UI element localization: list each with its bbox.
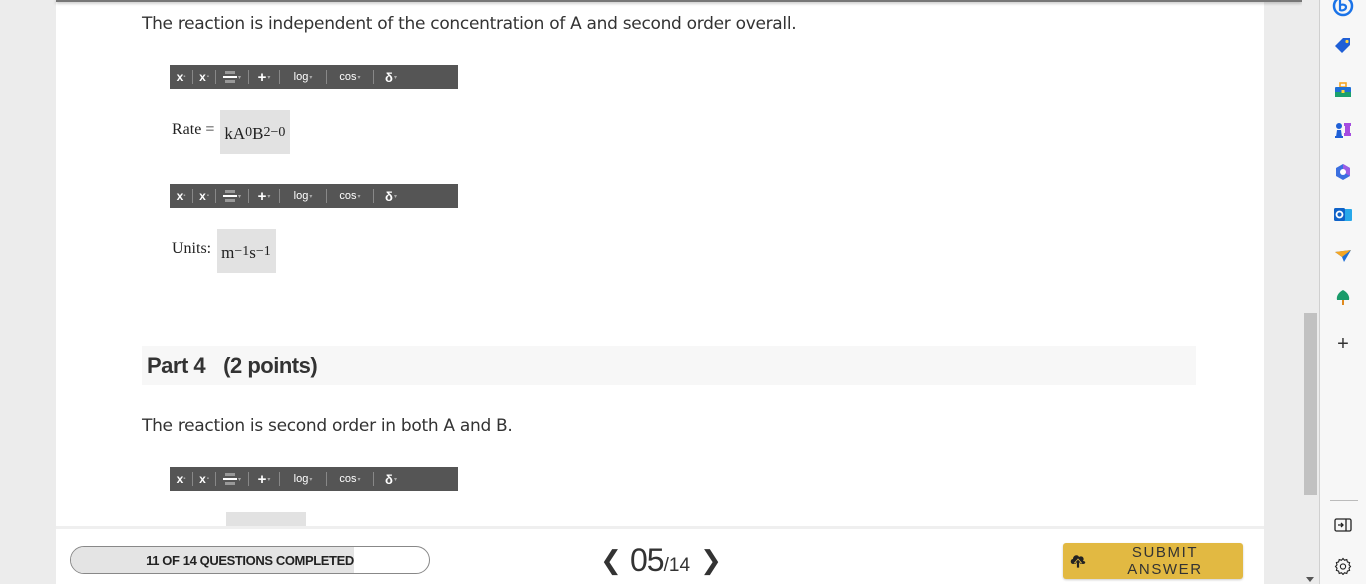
part4-answer-field[interactable] bbox=[226, 512, 306, 526]
outlook-icon[interactable] bbox=[1331, 203, 1355, 227]
rate-exp-2: 2−0 bbox=[263, 125, 286, 140]
question-pager: ❮ 05 /14 ❯ bbox=[600, 542, 722, 579]
units-term-1: m bbox=[221, 243, 235, 262]
fraction-icon bbox=[222, 189, 237, 203]
superscript-button[interactable]: x ▪ bbox=[170, 467, 192, 491]
units-exp-2: −1 bbox=[255, 244, 271, 259]
rate-answer-row: Rate = kA 0 B 2−0 bbox=[172, 110, 291, 154]
microsoft365-icon[interactable] bbox=[1331, 160, 1355, 184]
greek-button[interactable]: δ ▾ bbox=[374, 65, 408, 89]
operators-button[interactable]: + ▾ bbox=[249, 467, 279, 491]
units-exp-1: −1 bbox=[234, 244, 250, 259]
page-scrollbar[interactable] bbox=[1302, 0, 1319, 584]
greek-button[interactable]: δ ▾ bbox=[374, 467, 408, 491]
rate-label: Rate = bbox=[172, 121, 215, 138]
log-button[interactable]: log ▾ bbox=[280, 184, 326, 208]
math-toolbar: x ▪ x ▪ ▾ + ▾ log ▾ cos ▾ δ ▾ bbox=[170, 65, 458, 89]
progress-bar: 11 OF 14 QUESTIONS COMPLETED bbox=[70, 546, 430, 574]
superscript-button[interactable]: x ▪ bbox=[170, 184, 192, 208]
shopping-tag-icon[interactable] bbox=[1331, 34, 1355, 58]
hide-sidebar-icon[interactable] bbox=[1331, 513, 1355, 537]
greek-button[interactable]: δ ▾ bbox=[374, 184, 408, 208]
part3-prompt: The reaction is independent of the conce… bbox=[142, 14, 797, 34]
send-icon[interactable] bbox=[1331, 244, 1355, 268]
fraction-button[interactable]: ▾ bbox=[216, 65, 248, 89]
submit-answer-button[interactable]: SUBMIT ANSWER bbox=[1063, 543, 1243, 579]
fraction-icon bbox=[222, 472, 237, 486]
question-content: The reaction is independent of the conce… bbox=[56, 0, 1264, 526]
part4-points: (2 points) bbox=[223, 352, 318, 378]
part4-prompt: The reaction is second order in both A a… bbox=[142, 416, 513, 436]
top-edge-shadow bbox=[56, 0, 1302, 2]
fraction-button[interactable]: ▾ bbox=[216, 467, 248, 491]
tree-icon[interactable] bbox=[1331, 286, 1355, 310]
part4-header: Part 4 (2 points) bbox=[142, 346, 1196, 385]
operators-button[interactable]: + ▾ bbox=[249, 184, 279, 208]
toolbox-icon[interactable] bbox=[1331, 78, 1355, 102]
log-button[interactable]: log ▾ bbox=[280, 467, 326, 491]
browser-sidebar: + bbox=[1319, 0, 1366, 584]
subscript-button[interactable]: x ▪ bbox=[193, 184, 215, 208]
superscript-button[interactable]: x ▪ bbox=[170, 65, 192, 89]
trig-button[interactable]: cos ▾ bbox=[327, 184, 373, 208]
sidebar-divider bbox=[1330, 500, 1358, 501]
trig-button[interactable]: cos ▾ bbox=[327, 65, 373, 89]
log-button[interactable]: log ▾ bbox=[280, 65, 326, 89]
prev-question-button[interactable]: ❮ bbox=[600, 545, 622, 576]
units-answer-row: Units: m −1 s −1 bbox=[172, 229, 276, 273]
submit-answer-label: SUBMIT ANSWER bbox=[1127, 544, 1203, 578]
rate-answer-field[interactable]: kA 0 B 2−0 bbox=[220, 110, 291, 154]
fraction-icon bbox=[222, 70, 237, 84]
units-answer-field[interactable]: m −1 s −1 bbox=[217, 229, 276, 273]
question-page: The reaction is independent of the conce… bbox=[56, 0, 1264, 584]
current-question-number: 05 bbox=[630, 542, 665, 578]
operators-button[interactable]: + ▾ bbox=[249, 65, 279, 89]
total-questions: /14 bbox=[663, 554, 691, 576]
subscript-button[interactable]: x ▪ bbox=[193, 467, 215, 491]
fraction-button[interactable]: ▾ bbox=[216, 184, 248, 208]
settings-icon[interactable] bbox=[1331, 554, 1355, 578]
rate-term-2: B bbox=[252, 124, 264, 143]
units-term-2: s bbox=[249, 243, 256, 262]
math-toolbar: x ▪ x ▪ ▾ + ▾ log ▾ cos ▾ δ ▾ bbox=[170, 184, 458, 208]
games-icon[interactable] bbox=[1331, 118, 1355, 142]
subscript-button[interactable]: x ▪ bbox=[193, 65, 215, 89]
add-icon[interactable]: + bbox=[1331, 332, 1355, 356]
scrollbar-thumb[interactable] bbox=[1304, 313, 1317, 495]
cloud-upload-icon bbox=[1069, 553, 1087, 569]
scroll-down-arrow-icon[interactable] bbox=[1306, 577, 1314, 582]
part4-title: Part 4 bbox=[147, 352, 206, 378]
rate-exp-1: 0 bbox=[245, 125, 253, 140]
math-toolbar: x ▪ x ▪ ▾ + ▾ log ▾ cos ▾ δ ▾ bbox=[170, 467, 458, 491]
progress-label: 11 OF 14 QUESTIONS COMPLETED bbox=[146, 552, 354, 568]
next-question-button[interactable]: ❯ bbox=[700, 545, 722, 576]
units-label: Units: bbox=[172, 240, 212, 257]
trig-button[interactable]: cos ▾ bbox=[327, 467, 373, 491]
bing-chat-icon[interactable] bbox=[1331, 0, 1355, 18]
rate-term-1: kA bbox=[224, 124, 246, 143]
question-footer: 11 OF 14 QUESTIONS COMPLETED ❮ 05 /14 ❯ … bbox=[56, 526, 1264, 584]
